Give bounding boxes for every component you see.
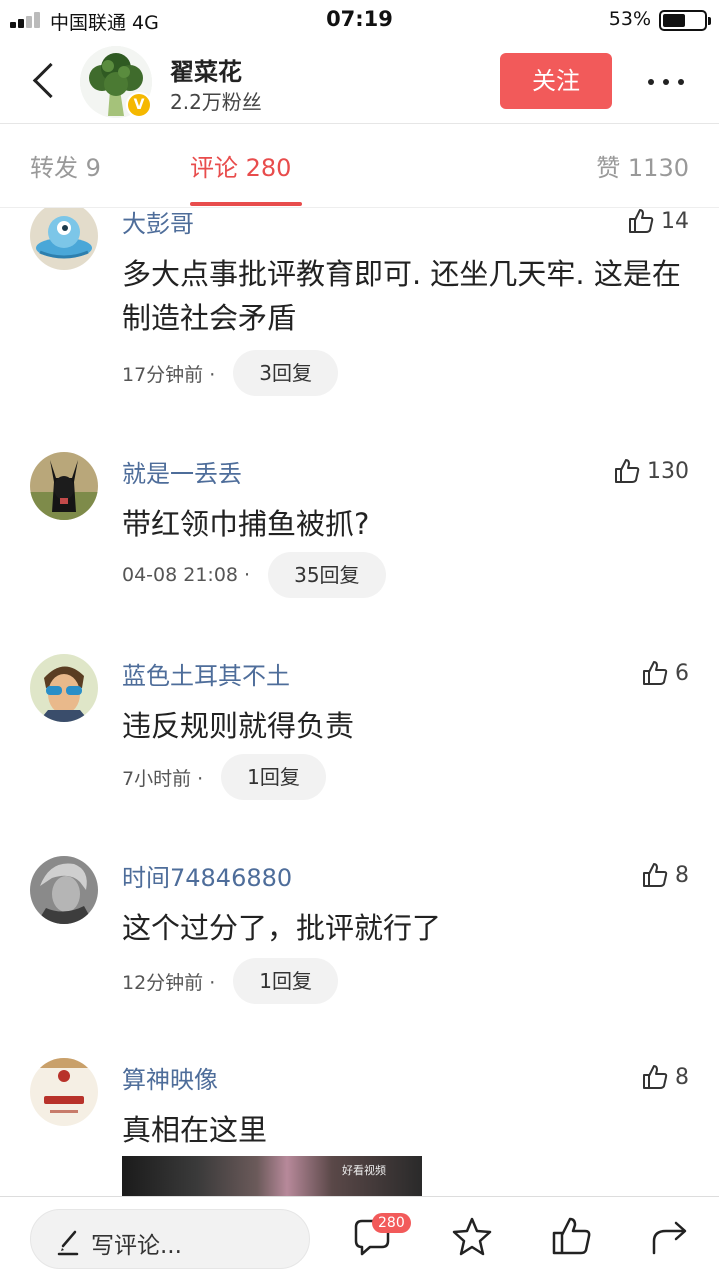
video-source-label: 好看视频: [342, 1164, 386, 1177]
video-thumbnail[interactable]: 好看视频: [122, 1156, 422, 1196]
thumbs-up-icon: [629, 209, 654, 233]
like-button[interactable]: 130: [613, 456, 689, 486]
comment-text: 违反规则就得负责: [122, 709, 355, 743]
reply-count-button[interactable]: 1回复: [233, 958, 338, 1004]
verified-badge: V: [126, 92, 152, 118]
comment-meta: 17分钟前 · 3回复: [122, 350, 338, 396]
tab-likes[interactable]: 赞 1130: [596, 148, 689, 183]
like-button[interactable]: 6: [641, 658, 689, 688]
avatar[interactable]: [30, 452, 98, 520]
comment-username[interactable]: 算神映像: [122, 1060, 218, 1095]
comment-text: 这个过分了，批评就行了: [122, 911, 442, 945]
comment-list: 大彭哥 14 多大点事批评教育即可. 还坐几天牢. 这是在制造社会矛盾 17分钟…: [0, 208, 719, 1196]
comment-time: 04-08 21:08 ·: [122, 564, 251, 586]
more-options-icon[interactable]: [640, 62, 692, 102]
avatar[interactable]: [30, 208, 98, 270]
comment-meta: 12分钟前 · 1回复: [122, 958, 338, 1004]
comment-text: 带红领巾捕鱼被抓?: [122, 507, 370, 541]
pen-icon: [57, 1230, 79, 1256]
battery-icon: [659, 10, 711, 31]
tab-reposts[interactable]: 转发 9: [30, 148, 101, 183]
portrait-avatar-icon: [30, 856, 98, 924]
tab-bar: 转发 9 评论 280 赞 1130: [0, 124, 719, 208]
comment-text: 真相在这里: [122, 1113, 268, 1147]
comment-username[interactable]: 大彭哥: [122, 208, 194, 239]
like-count: 14: [661, 208, 689, 234]
avatar[interactable]: [30, 1058, 98, 1126]
reply-count-button[interactable]: 1回复: [221, 754, 326, 800]
comment-item: 时间74846880 8 这个过分了，批评就行了 12分钟前 · 1回复: [0, 856, 719, 1058]
like-count: 130: [647, 458, 689, 484]
sunglasses-avatar-icon: [30, 654, 98, 722]
tab-comments[interactable]: 评论 280: [190, 148, 291, 183]
comment-text: 多大点事批评教育即可. 还坐几天牢. 这是在制造社会矛盾: [122, 257, 681, 335]
like-count: 8: [675, 862, 689, 888]
comment-meta: 7小时前 · 1回复: [122, 754, 326, 800]
battery-percent: 53%: [608, 8, 651, 30]
active-tab-indicator: [190, 202, 302, 206]
comment-item: 蓝色土耳其不土 6 违反规则就得负责 7小时前 · 1回复: [0, 654, 719, 856]
alien-avatar-icon: [30, 208, 98, 270]
avatar[interactable]: [30, 856, 98, 924]
write-comment-input[interactable]: 写评论...: [30, 1209, 310, 1269]
thumbs-up-icon: [643, 661, 668, 685]
reply-count-button[interactable]: 35回复: [268, 552, 386, 598]
thumbs-up-icon: [643, 863, 668, 887]
dog-avatar-icon: [30, 452, 98, 520]
like-button[interactable]: 8: [641, 1062, 689, 1092]
comment-username[interactable]: 蓝色土耳其不土: [122, 656, 290, 691]
thumbs-up-icon: [615, 459, 640, 483]
comment-time: 12分钟前 ·: [122, 971, 216, 994]
star-icon[interactable]: [450, 1215, 494, 1259]
follower-count: 2.2万粉丝: [170, 90, 262, 114]
avatar[interactable]: [30, 654, 98, 722]
thumbs-up-icon[interactable]: [550, 1215, 594, 1259]
fortune-avatar-icon: [30, 1058, 98, 1126]
bottom-action-bar: 写评论... 280: [0, 1196, 719, 1280]
like-button[interactable]: 8: [641, 860, 689, 890]
profile-name[interactable]: 翟菜花: [170, 52, 242, 87]
write-comment-placeholder: 写评论...: [91, 1233, 182, 1259]
comment-username[interactable]: 就是一丢丢: [122, 454, 242, 489]
reply-count-button[interactable]: 3回复: [233, 350, 338, 396]
profile-header: V 翟菜花 2.2万粉丝 关注: [0, 40, 719, 124]
thumbs-up-icon: [643, 1065, 668, 1089]
follow-button[interactable]: 关注: [500, 53, 612, 109]
comment-meta: 04-08 21:08 · 35回复: [122, 552, 386, 598]
comment-time: 17分钟前 ·: [122, 363, 216, 386]
share-icon[interactable]: [648, 1215, 692, 1259]
comment-item: 就是一丢丢 130 带红领巾捕鱼被抓? 04-08 21:08 · 35回复: [0, 452, 719, 654]
like-count: 8: [675, 1064, 689, 1090]
like-button[interactable]: 14: [627, 208, 689, 236]
comment-item: 大彭哥 14 多大点事批评教育即可. 还坐几天牢. 这是在制造社会矛盾 17分钟…: [0, 208, 719, 404]
back-button[interactable]: [24, 58, 64, 102]
comment-item: 算神映像 8 真相在这里 好看视频: [0, 1058, 719, 1196]
comment-username[interactable]: 时间74846880: [122, 858, 292, 893]
comment-count-badge: 280: [372, 1213, 411, 1233]
like-count: 6: [675, 660, 689, 686]
comment-time: 7小时前 ·: [122, 767, 204, 790]
status-bar: 中国联通 4G 07:19 53%: [0, 0, 719, 40]
